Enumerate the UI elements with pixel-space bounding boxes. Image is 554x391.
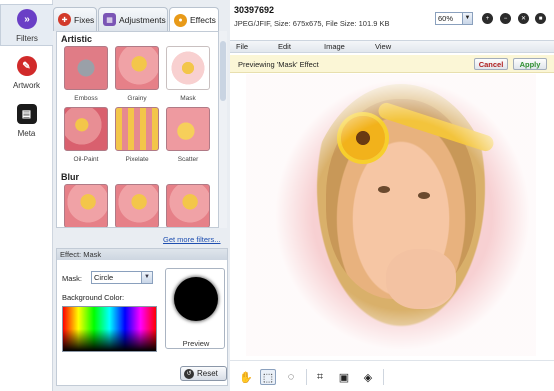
nav-meta[interactable]: ▤ Meta [0, 104, 53, 144]
tab-fixes[interactable]: ✚ Fixes [53, 7, 97, 31]
color-spectrum-picker[interactable] [62, 306, 157, 352]
artwork-icon: ✎ [16, 56, 37, 76]
nav-filters-label: Filters [16, 34, 38, 43]
filter-scatter[interactable]: Scatter [165, 107, 211, 168]
filter-emboss[interactable]: Emboss [63, 46, 109, 107]
menu-file[interactable]: File [236, 42, 248, 51]
image-id: 30397692 [234, 5, 275, 15]
filter-oil-paint[interactable]: Oil-Paint [63, 107, 109, 168]
filter-thumbnail [115, 107, 159, 151]
filters-scrollbar[interactable] [218, 31, 227, 228]
filter-thumbnail [64, 107, 108, 151]
image-info: JPEG/JFIF, Size: 675x675, File Size: 101… [234, 19, 390, 28]
filter-grainy[interactable]: Grainy [114, 46, 160, 107]
nav-meta-label: Meta [17, 129, 36, 138]
preview-notice-text: Previewing 'Mask' Effect [238, 60, 319, 69]
effect-heading: Effect: Mask [57, 249, 227, 260]
chevron-down-icon: ▼ [462, 13, 472, 24]
zoom-in-icon[interactable]: + [482, 13, 493, 24]
ellipse-select-icon[interactable]: ◌ [283, 369, 299, 385]
tab-adjustments-label: Adjustments [119, 14, 166, 25]
filter-thumbnail [115, 46, 159, 90]
filter-pixelate[interactable]: Pixelate [114, 107, 160, 168]
mask-shape-select[interactable]: Circle ▼ [91, 271, 153, 284]
fit-icon[interactable]: ✕ [518, 13, 529, 24]
filter-thumbnail [115, 184, 159, 227]
preview-notice-bar: Previewing 'Mask' Effect Cancel Apply [230, 55, 554, 73]
filters-list: Artistic Emboss Grainy Mask Oil-Paint Pi… [56, 31, 220, 228]
filter-label: Emboss [74, 95, 98, 102]
image-canvas[interactable] [246, 74, 536, 356]
filter-label: Mask [180, 95, 196, 102]
filter-thumbnail [166, 107, 210, 151]
section-heading-artistic: Artistic [61, 34, 93, 44]
background-color-label: Background Color: [62, 293, 125, 302]
cancel-button[interactable]: Cancel [474, 58, 508, 70]
nav-artwork-label: Artwork [12, 81, 41, 90]
section-heading-blur: Blur [61, 172, 79, 182]
mask-preview: Preview [165, 268, 225, 349]
rect-select-icon[interactable]: ⬚ [260, 369, 276, 385]
mask-label: Mask: [62, 274, 83, 283]
filter-blur-1[interactable] [63, 184, 109, 227]
tab-effects-label: Effects [190, 15, 216, 25]
filter-label: Grainy [127, 95, 147, 102]
resize-icon[interactable]: ▣ [336, 369, 352, 385]
tab-fixes-label: Fixes [74, 14, 95, 25]
apply-button[interactable]: Apply [513, 58, 547, 70]
hand-tool-icon[interactable]: ✋ [238, 369, 254, 385]
meta-icon: ▤ [16, 104, 37, 124]
reset-icon: ↺ [184, 368, 194, 379]
tool-bar: ✋ ⬚ ◌ ⌗ ▣ ◈ [230, 360, 554, 391]
mask-vignette [246, 74, 536, 356]
main-editor: 30397692 JPEG/JFIF, Size: 675x675, File … [230, 0, 554, 391]
nav-filters[interactable]: » Filters [0, 4, 53, 46]
filter-label: Scatter [177, 156, 199, 163]
menu-bar: File Edit Image View [230, 40, 554, 53]
nav-artwork[interactable]: ✎ Artwork [0, 56, 53, 96]
mask-preview-shape [174, 277, 218, 321]
get-more-filters-link[interactable]: Get more filters... [163, 235, 221, 244]
zoom-value: 60% [438, 14, 454, 23]
zoom-select[interactable]: 60% ▼ [435, 12, 473, 25]
scrollbar-thumb[interactable] [220, 41, 226, 101]
crop-icon[interactable]: ⌗ [312, 369, 328, 385]
filter-thumbnail [64, 46, 108, 90]
filter-panel: ✚ Fixes ▦ Adjustments ● Effects Artistic… [53, 0, 230, 391]
filter-thumbnail [64, 184, 108, 227]
reset-button-label: Reset [197, 369, 218, 378]
left-nav: » Filters ✎ Artwork ▤ Meta [0, 0, 53, 391]
preview-label: Preview [182, 339, 210, 348]
zoom-out-icon[interactable]: − [500, 13, 511, 24]
toolbar-divider [306, 369, 307, 385]
chevron-down-icon: ▼ [141, 272, 152, 283]
filter-blur-2[interactable] [114, 184, 160, 227]
adjustments-icon: ▦ [103, 13, 116, 26]
filter-tabs: ✚ Fixes ▦ Adjustments ● Effects [53, 7, 230, 32]
menu-view[interactable]: View [375, 42, 391, 51]
reset-button[interactable]: ↺ Reset [180, 366, 227, 381]
wrench-icon: ✚ [58, 13, 71, 26]
filter-thumbnail [166, 46, 210, 90]
filter-label: Oil-Paint [73, 156, 99, 163]
mask-shape-value: Circle [94, 273, 114, 282]
filter-label: Pixelate [125, 156, 149, 163]
filter-thumbnail [166, 184, 210, 227]
actual-size-icon[interactable]: ■ [535, 13, 546, 24]
filter-blur-3[interactable] [165, 184, 211, 227]
tab-effects[interactable]: ● Effects [169, 7, 219, 32]
menu-image[interactable]: Image [324, 42, 345, 51]
filter-mask[interactable]: Mask [165, 46, 211, 107]
tab-adjustments[interactable]: ▦ Adjustments [98, 7, 168, 31]
toolbar-divider [383, 369, 384, 385]
effect-settings-panel: Effect: Mask Mask: Circle ▼ Background C… [56, 248, 228, 386]
menu-edit[interactable]: Edit [278, 42, 291, 51]
effects-icon: ● [174, 13, 187, 27]
fast-forward-icon: » [17, 9, 37, 29]
rotate-icon[interactable]: ◈ [360, 369, 376, 385]
